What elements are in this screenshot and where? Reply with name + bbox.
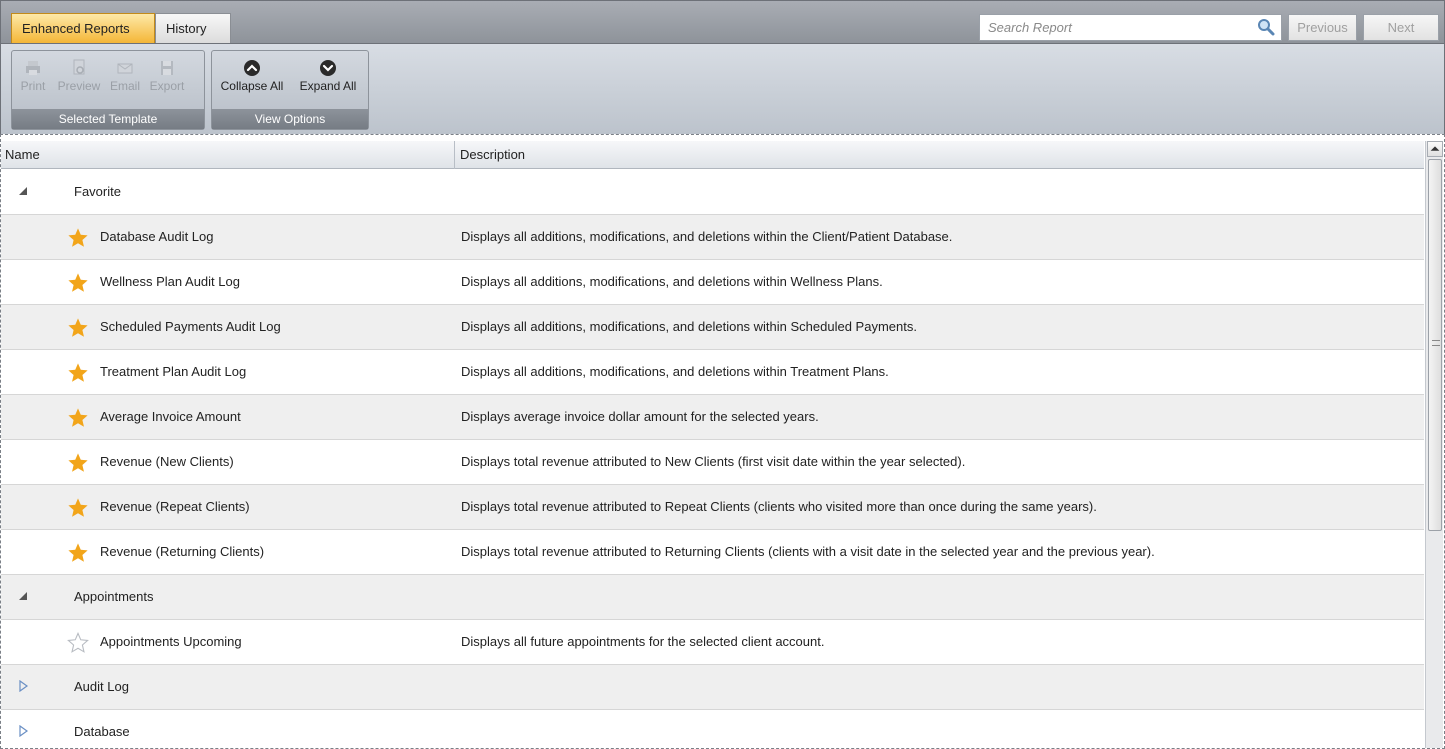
preview-button[interactable]: Preview xyxy=(56,59,102,93)
export-button[interactable]: Export xyxy=(146,59,188,93)
group-label: Audit Log xyxy=(74,679,129,694)
envelope-icon xyxy=(117,63,133,74)
report-description: Displays all additions, modifications, a… xyxy=(461,274,883,289)
report-name: Wellness Plan Audit Log xyxy=(100,274,240,289)
report-name: Scheduled Payments Audit Log xyxy=(100,319,281,334)
report-name: Appointments Upcoming xyxy=(100,634,242,649)
report-description: Displays all additions, modifications, a… xyxy=(461,319,917,334)
export-label: Export xyxy=(149,79,185,93)
report-name: Database Audit Log xyxy=(100,229,214,244)
collapse-triangle-icon[interactable] xyxy=(17,590,29,602)
report-description: Displays total revenue attributed to New… xyxy=(461,454,966,469)
column-header-name[interactable]: Name xyxy=(1,141,455,169)
next-button[interactable]: Next xyxy=(1363,14,1439,41)
star-outline-icon[interactable] xyxy=(67,632,89,654)
expand-all-button[interactable]: Expand All xyxy=(292,59,364,93)
star-filled-icon[interactable] xyxy=(67,542,89,564)
report-name: Revenue (New Clients) xyxy=(100,454,234,469)
preview-label: Preview xyxy=(57,79,101,93)
table-row[interactable]: Revenue (Repeat Clients) Displays total … xyxy=(1,485,1424,530)
table-row[interactable]: Database Audit Log Displays all addition… xyxy=(1,215,1424,260)
star-filled-icon[interactable] xyxy=(67,227,89,249)
selected-template-group: Print Preview Email Export Selected Temp… xyxy=(11,50,205,130)
table-row[interactable]: Appointments Upcoming Displays all futur… xyxy=(1,620,1424,665)
report-description: Displays all future appointments for the… xyxy=(461,634,825,649)
star-filled-icon[interactable] xyxy=(67,362,89,384)
email-button[interactable]: Email xyxy=(108,59,142,93)
floppy-disk-icon xyxy=(161,61,173,75)
collapse-all-label: Collapse All xyxy=(220,79,284,93)
group-row-audit-log[interactable]: Audit Log xyxy=(1,665,1424,710)
column-header-description[interactable]: Description xyxy=(456,141,1424,169)
email-label: Email xyxy=(109,79,140,93)
collapse-up-circle-icon xyxy=(244,60,260,76)
view-options-caption: View Options xyxy=(212,109,368,129)
printer-icon xyxy=(26,61,40,75)
tab-enhanced-reports[interactable]: Enhanced Reports xyxy=(11,13,155,43)
group-label: Favorite xyxy=(74,184,121,199)
preview-icon xyxy=(73,59,85,75)
magnifier-icon[interactable] xyxy=(1257,18,1275,36)
table-row[interactable]: Average Invoice Amount Displays average … xyxy=(1,395,1424,440)
grid-header: Name Description xyxy=(1,141,1424,169)
scroll-up-arrow-icon xyxy=(1430,146,1440,151)
expand-all-label: Expand All xyxy=(299,79,357,93)
table-row[interactable]: Scheduled Payments Audit Log Displays al… xyxy=(1,305,1424,350)
table-row[interactable]: Revenue (New Clients) Displays total rev… xyxy=(1,440,1424,485)
expand-triangle-icon[interactable] xyxy=(17,725,29,737)
group-row-appointments[interactable]: Appointments xyxy=(1,575,1424,620)
star-filled-icon[interactable] xyxy=(67,317,89,339)
group-row-favorite[interactable]: Favorite xyxy=(1,170,1424,215)
report-description: Displays average invoice dollar amount f… xyxy=(461,409,819,424)
tab-history[interactable]: History xyxy=(155,13,231,43)
report-name: Treatment Plan Audit Log xyxy=(100,364,247,379)
report-name: Revenue (Returning Clients) xyxy=(100,544,265,559)
view-options-group: Collapse All Expand All View Options xyxy=(211,50,369,130)
report-description: Displays total revenue attributed to Rep… xyxy=(461,499,1097,514)
report-description: Displays all additions, modifications, a… xyxy=(461,229,953,244)
scroll-grip-icon xyxy=(1432,340,1440,346)
table-row[interactable]: Revenue (Returning Clients) Displays tot… xyxy=(1,530,1424,575)
star-filled-icon[interactable] xyxy=(67,272,89,294)
search-input[interactable]: Search Report xyxy=(979,14,1282,41)
group-row-database[interactable]: Database xyxy=(1,710,1424,748)
vertical-scrollbar[interactable] xyxy=(1425,141,1443,748)
table-row[interactable]: Treatment Plan Audit Log Displays all ad… xyxy=(1,350,1424,395)
report-name: Average Invoice Amount xyxy=(100,409,241,424)
star-filled-icon[interactable] xyxy=(67,407,89,429)
top-bar: Enhanced Reports History Search Report P… xyxy=(0,0,1445,44)
ribbon-toolbar: Print Preview Email Export Selected Temp… xyxy=(0,44,1445,134)
report-description: Displays all additions, modifications, a… xyxy=(461,364,889,379)
collapse-triangle-icon[interactable] xyxy=(17,185,29,197)
star-filled-icon[interactable] xyxy=(67,497,89,519)
search-placeholder: Search Report xyxy=(988,20,1072,35)
expand-down-circle-icon xyxy=(320,60,336,76)
group-label: Database xyxy=(74,724,130,739)
table-row[interactable]: Wellness Plan Audit Log Displays all add… xyxy=(1,260,1424,305)
print-button[interactable]: Print xyxy=(18,59,48,93)
selected-template-caption: Selected Template xyxy=(12,109,204,129)
grid-rows: Favorite Database Audit Log Displays all… xyxy=(1,170,1424,748)
reports-grid: Name Description Favorite Database Audit… xyxy=(0,134,1445,749)
expand-triangle-icon[interactable] xyxy=(17,680,29,692)
scroll-up-button[interactable] xyxy=(1427,141,1443,157)
collapse-all-button[interactable]: Collapse All xyxy=(216,59,288,93)
report-description: Displays total revenue attributed to Ret… xyxy=(461,544,1155,559)
previous-button[interactable]: Previous xyxy=(1288,14,1357,41)
print-label: Print xyxy=(20,79,46,93)
star-filled-icon[interactable] xyxy=(67,452,89,474)
scroll-thumb[interactable] xyxy=(1428,159,1442,531)
group-label: Appointments xyxy=(74,589,154,604)
report-name: Revenue (Repeat Clients) xyxy=(100,499,250,514)
